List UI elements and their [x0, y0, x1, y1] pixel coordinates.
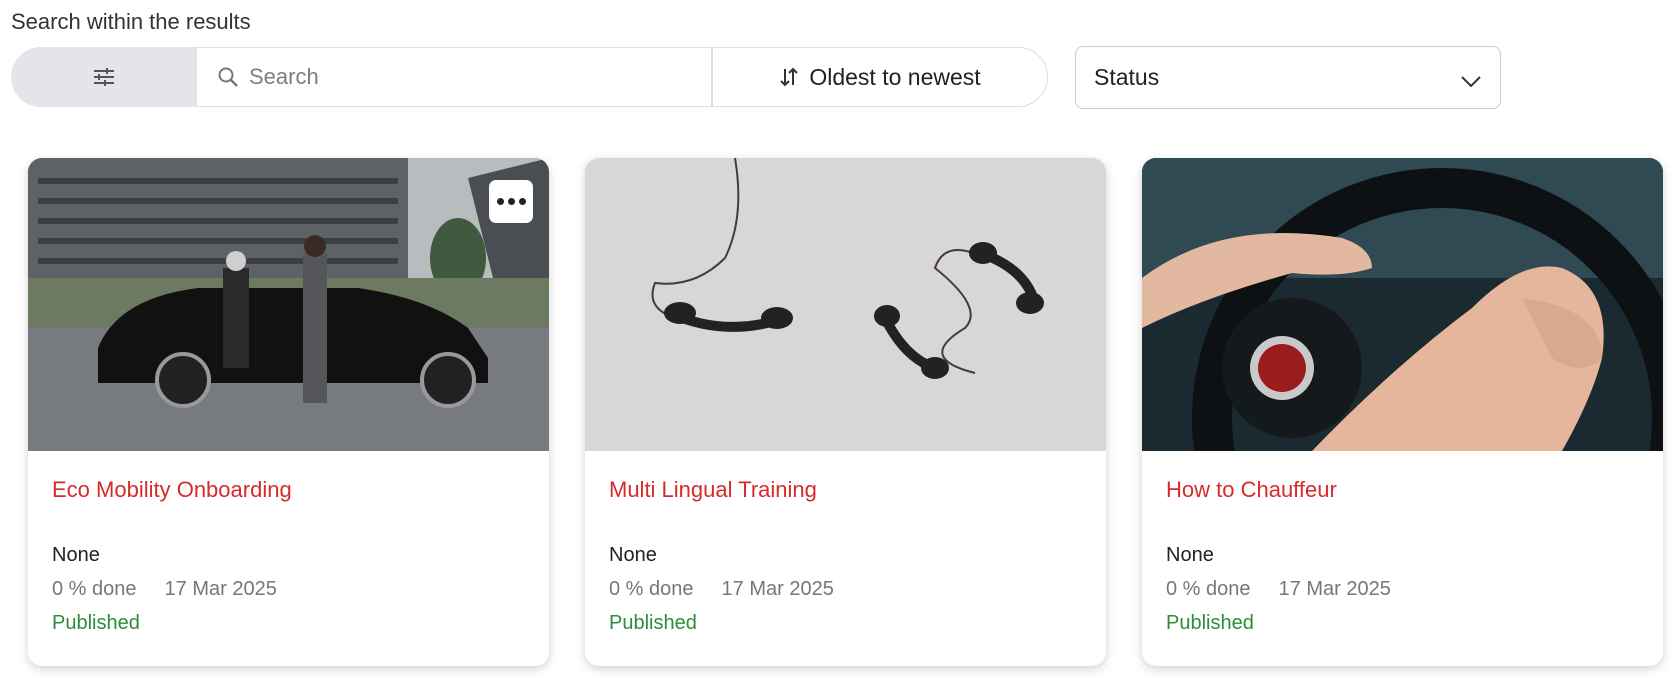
sort-arrows-icon — [780, 67, 799, 87]
course-card[interactable]: Multi Lingual Training None 0 % done 17 … — [585, 158, 1106, 666]
course-meta: 0 % done 17 Mar 2025 — [52, 578, 525, 601]
more-options-button[interactable] — [489, 180, 533, 223]
more-icon-dot — [507, 198, 515, 205]
course-status: Published — [609, 612, 697, 634]
search-heading: Search within the results — [11, 9, 251, 34]
course-card-list: Eco Mobility Onboarding None 0 % done 17… — [28, 158, 1663, 666]
search-icon — [218, 67, 238, 87]
course-progress: 0 % done — [1166, 578, 1251, 600]
course-date: 17 Mar 2025 — [1278, 578, 1391, 600]
course-date: 17 Mar 2025 — [721, 578, 834, 600]
card-body: Multi Lingual Training None 0 % done 17 … — [585, 451, 1106, 661]
chauffeur-car-photo — [28, 158, 549, 451]
steering-wheel-photo — [1142, 158, 1663, 451]
course-meta: 0 % done 17 Mar 2025 — [1166, 578, 1639, 601]
course-owner: None — [52, 544, 100, 566]
course-progress: 0 % done — [52, 578, 137, 600]
search-input[interactable] — [249, 64, 669, 90]
search-toolbar: Oldest to newest — [11, 47, 1048, 107]
chevron-down-icon — [1461, 75, 1481, 87]
course-status: Published — [1166, 612, 1254, 634]
course-title[interactable]: Multi Lingual Training — [609, 477, 1082, 543]
course-meta: 0 % done 17 Mar 2025 — [609, 578, 1082, 601]
more-icon-dot — [496, 198, 504, 205]
course-card[interactable]: Eco Mobility Onboarding None 0 % done 17… — [28, 158, 549, 666]
search-box — [197, 47, 712, 107]
sort-button[interactable]: Oldest to newest — [712, 47, 1048, 107]
sort-label: Oldest to newest — [809, 63, 981, 90]
course-card[interactable]: How to Chauffeur None 0 % done 17 Mar 20… — [1142, 158, 1663, 666]
course-status: Published — [52, 612, 140, 634]
course-title[interactable]: Eco Mobility Onboarding — [52, 477, 525, 543]
status-label: Status — [1094, 64, 1160, 90]
course-date: 17 Mar 2025 — [164, 578, 277, 600]
course-progress: 0 % done — [609, 578, 694, 600]
card-body: How to Chauffeur None 0 % done 17 Mar 20… — [1142, 451, 1663, 661]
course-title[interactable]: How to Chauffeur — [1166, 477, 1639, 543]
telephone-handsets-photo — [585, 158, 1106, 451]
course-owner: None — [1166, 544, 1214, 566]
filter-button[interactable] — [11, 47, 197, 107]
more-icon-dot — [518, 198, 526, 205]
status-dropdown[interactable]: Status — [1075, 46, 1501, 109]
card-body: Eco Mobility Onboarding None 0 % done 17… — [28, 451, 549, 661]
course-owner: None — [609, 544, 657, 566]
sliders-icon — [94, 68, 114, 86]
